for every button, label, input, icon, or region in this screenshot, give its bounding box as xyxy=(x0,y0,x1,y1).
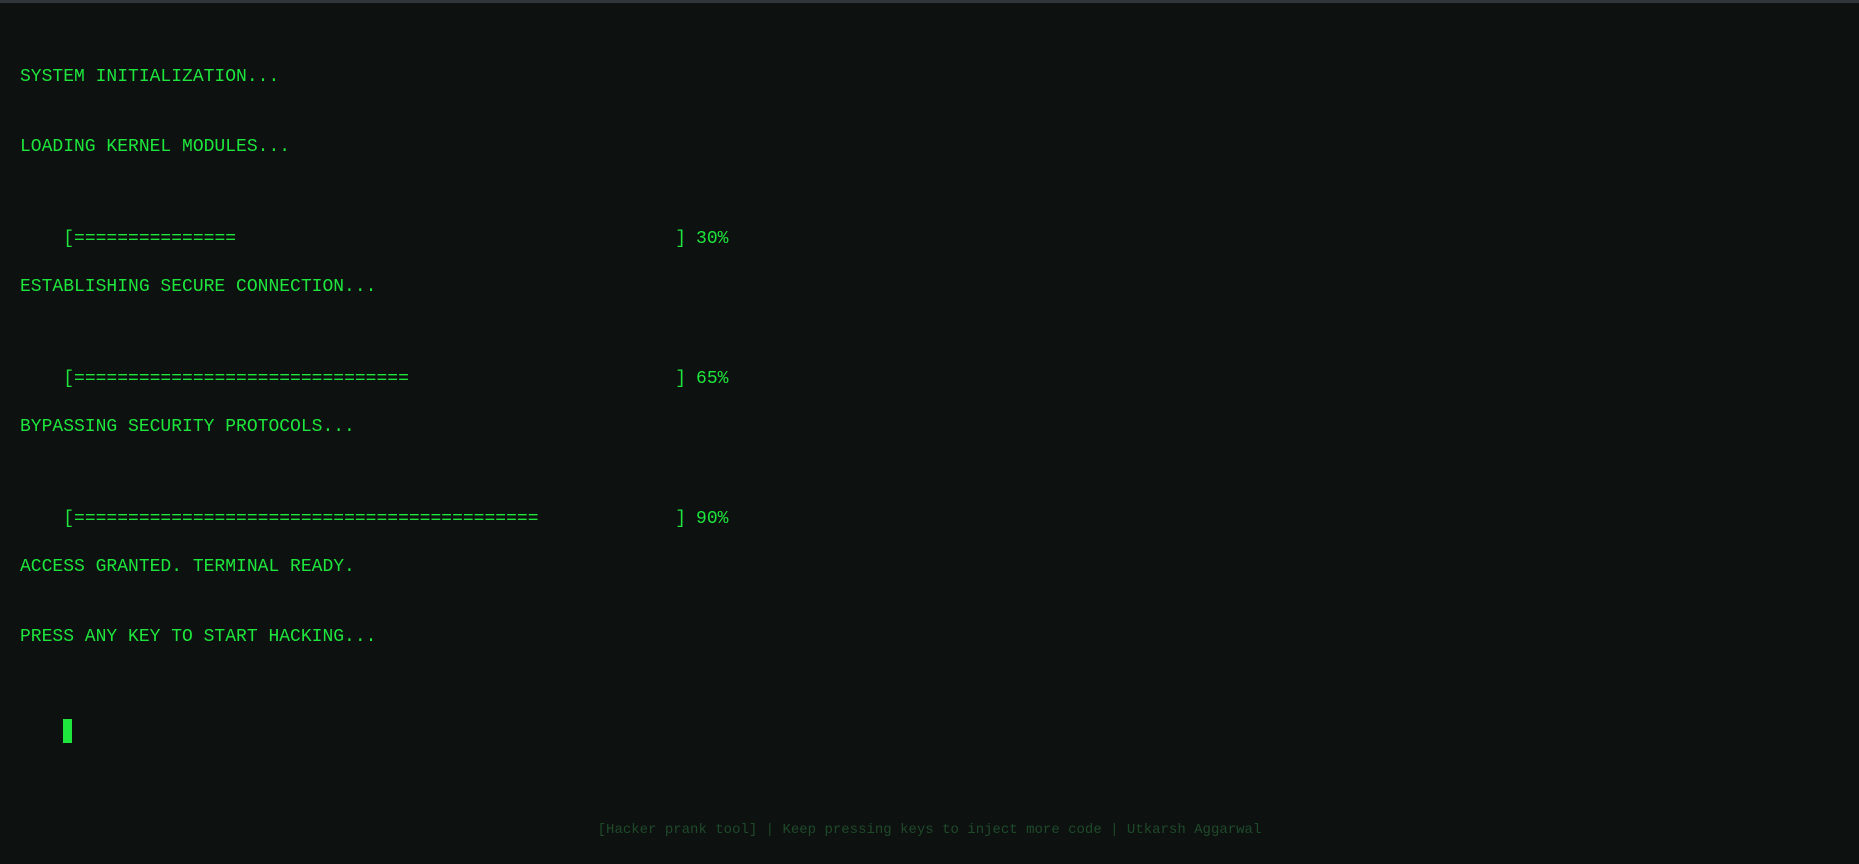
terminal-line: ACCESS GRANTED. TERMINAL READY. xyxy=(20,557,355,577)
progress-bar: [=============================== xyxy=(63,369,409,389)
terminal-line: BYPASSING SECURITY PROTOCOLS... xyxy=(20,417,355,437)
progress-percent: 30% xyxy=(696,229,729,249)
window-top-border xyxy=(0,0,1859,3)
progress-bar-line: [=======================================… xyxy=(20,486,1820,529)
progress-bar-line: [===============================] 65% xyxy=(20,346,1820,389)
terminal-output[interactable]: SYSTEM INITIALIZATION... LOADING KERNEL … xyxy=(20,26,1820,746)
terminal-line: SYSTEM INITIALIZATION... xyxy=(20,67,280,87)
progress-bar: [=============== xyxy=(63,229,237,249)
progress-bar-end: ] xyxy=(675,369,687,389)
progress-bar: [=======================================… xyxy=(63,509,539,529)
terminal-line: ESTABLISHING SECURE CONNECTION... xyxy=(20,277,377,297)
terminal-line: LOADING KERNEL MODULES... xyxy=(20,137,291,157)
progress-bar-end: ] xyxy=(675,229,687,249)
progress-bar-line: [===============] 30% xyxy=(20,206,1820,249)
cursor-line xyxy=(20,696,1820,743)
footer-credit: [Hacker prank tool] | Keep pressing keys… xyxy=(597,822,1262,838)
blinking-cursor xyxy=(63,719,73,743)
progress-percent: 90% xyxy=(696,509,729,529)
terminal-line: PRESS ANY KEY TO START HACKING... xyxy=(20,627,377,647)
progress-bar-end: ] xyxy=(675,509,687,529)
progress-percent: 65% xyxy=(696,369,729,389)
